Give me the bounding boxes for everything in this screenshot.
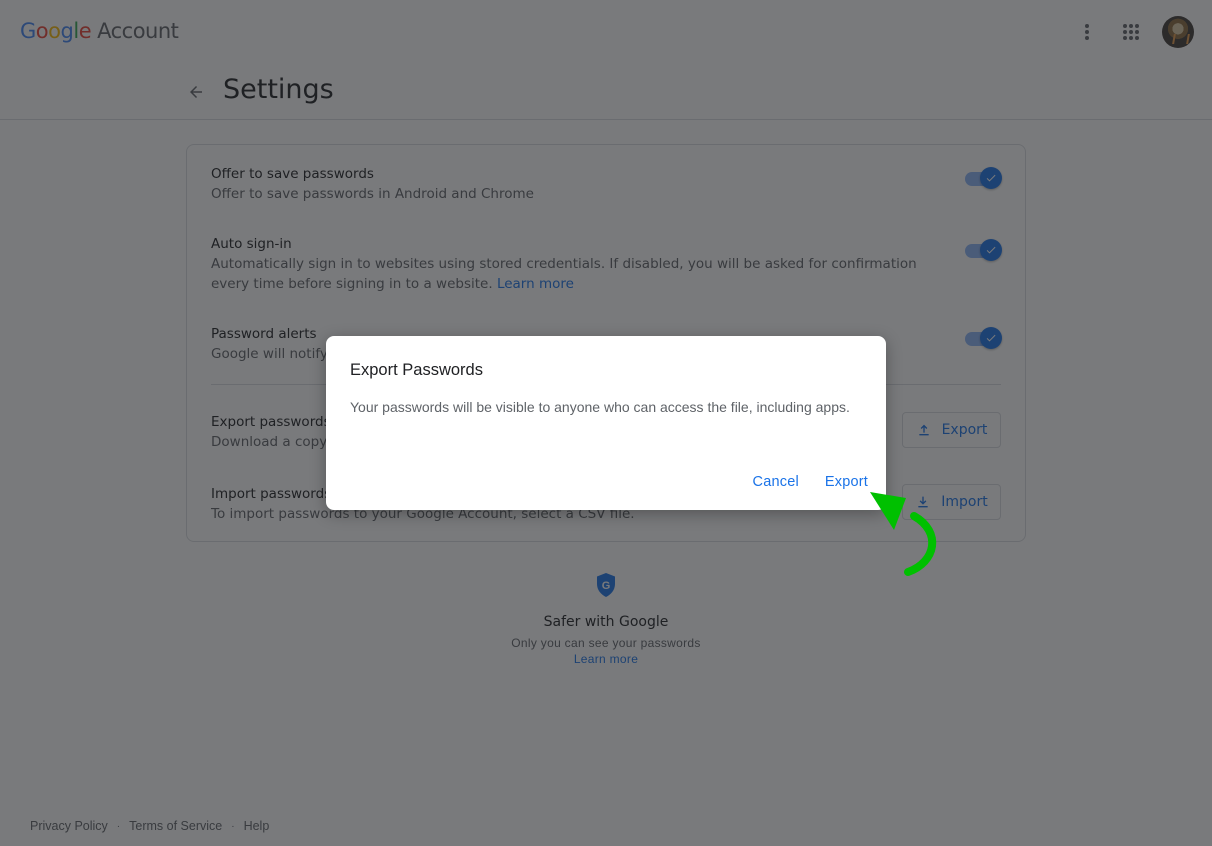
dialog-title: Export Passwords: [350, 361, 483, 379]
export-passwords-dialog: Export Passwords Your passwords will be …: [326, 336, 886, 510]
dialog-actions: Cancel Export: [753, 474, 868, 490]
dialog-cancel-button[interactable]: Cancel: [753, 474, 799, 490]
dialog-body: Your passwords will be visible to anyone…: [350, 399, 850, 415]
dialog-export-button[interactable]: Export: [825, 474, 868, 490]
